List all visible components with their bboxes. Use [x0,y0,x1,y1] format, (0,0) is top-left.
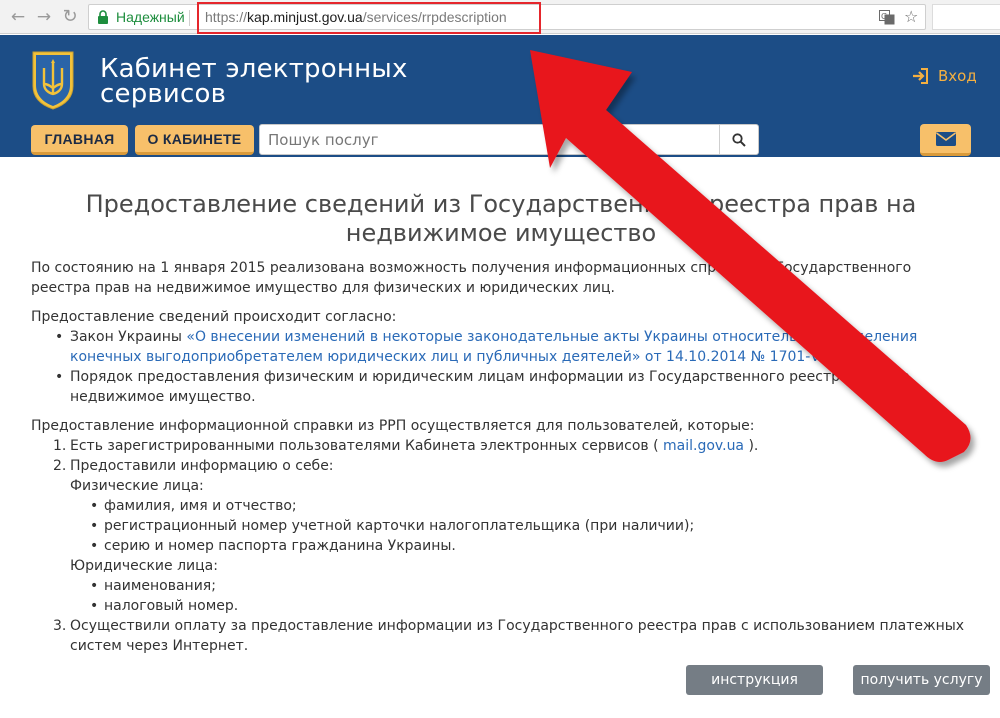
login-label: Вход [938,67,977,85]
reload-icon[interactable]: ↻ [60,7,80,27]
step-number: 2. [53,458,67,474]
law-prefix: Закон Украины [70,329,187,345]
intro-paragraph: По состоянию на 1 января 2015 реализован… [31,260,912,296]
step-1: 1. Есть зарегистрированными пользователя… [53,436,971,456]
individuals-label: Физические лица: [70,478,204,494]
law-link[interactable]: «О внесении изменений в некоторые законо… [70,329,917,365]
step-number: 3. [53,618,67,634]
get-service-button[interactable]: получить услугу [853,665,990,695]
search-button[interactable] [719,125,758,154]
step-text: Есть зарегистрированными пользователями … [70,438,664,454]
step-text: Предоставили информацию о себе: [70,458,334,474]
url-host: kap.minjust.gov.ua [247,9,363,25]
list-item: налоговый номер. [88,596,971,616]
users-heading: Предоставление информационной справки из… [31,418,755,434]
steps-list: 1. Есть зарегистрированными пользователя… [31,436,971,656]
url-text[interactable]: https://kap.minjust.gov.ua/services/rrpd… [205,9,507,25]
url-scheme: https:// [205,9,248,25]
svg-text:G: G [881,12,887,21]
extension-area [932,4,1000,30]
instruction-button[interactable]: инструкция [686,665,823,695]
list-item: фамилия, имя и отчество; [88,496,971,516]
mail-gov-link[interactable]: mail.gov.ua [663,438,744,454]
address-bar[interactable]: Надежный https://kap.minjust.gov.ua/serv… [88,2,926,34]
list-item: наименования; [88,576,971,596]
legal-list: наименования; налоговый номер. [70,576,971,616]
site-title[interactable]: Кабинет электронных сервисов [100,56,408,109]
sign-in-icon [913,68,928,84]
url-highlight-box: https://kap.minjust.gov.ua/services/rrpd… [197,2,541,34]
envelope-icon [935,131,956,146]
omnibox-divider [189,10,190,26]
service-search-input[interactable] [260,125,719,154]
site-header: Кабинет электронных сервисов Вход [0,35,1000,117]
translate-icon[interactable]: G [879,10,895,25]
browser-toolbar: ← → ↻ Надежный https://kap.minjust.gov.u… [0,0,1000,34]
service-search [259,124,759,155]
individuals-list: фамилия, имя и отчество; регистрационный… [70,496,971,556]
main-content: Предоставление сведений из Государственн… [31,190,971,656]
nav-about-button[interactable]: О КАБИНЕТЕ [135,125,254,155]
step-text: Осуществили оплату за предоставление инф… [70,618,965,654]
nav-home-button[interactable]: ГЛАВНАЯ [31,125,128,155]
step-text-after: ). [744,438,759,454]
star-icon[interactable]: ☆ [904,7,918,26]
trident-emblem-logo[interactable] [30,50,76,110]
secure-label: Надежный [116,9,185,25]
step-2: 2. Предоставили информацию о себе: Физич… [53,456,971,616]
back-icon[interactable]: ← [8,7,28,27]
forward-icon[interactable]: → [34,7,54,27]
list-item: серию и номер паспорта гражданина Украин… [88,536,971,556]
search-icon [732,132,746,147]
basis-list: Закон Украины «О внесении изменений в не… [31,327,971,407]
step-number: 1. [53,438,67,454]
basis-heading: Предоставление сведений происходит согла… [31,309,397,325]
list-item: Закон Украины «О внесении изменений в не… [53,327,971,367]
page-title: Предоставление сведений из Государственн… [85,190,917,247]
lock-icon [98,10,108,24]
list-item: Порядок предоставления физическим и юрид… [53,367,971,407]
legal-label: Юридические лица: [70,558,218,574]
url-path: /services/rrpdescription [362,9,507,25]
login-link[interactable]: Вход [912,67,977,85]
site-title-line2: сервисов [100,79,227,109]
list-item: регистрационный номер учетной карточки н… [88,516,971,536]
step-3: 3. Осуществили оплату за предоставление … [53,616,971,656]
mail-button[interactable] [920,124,971,156]
